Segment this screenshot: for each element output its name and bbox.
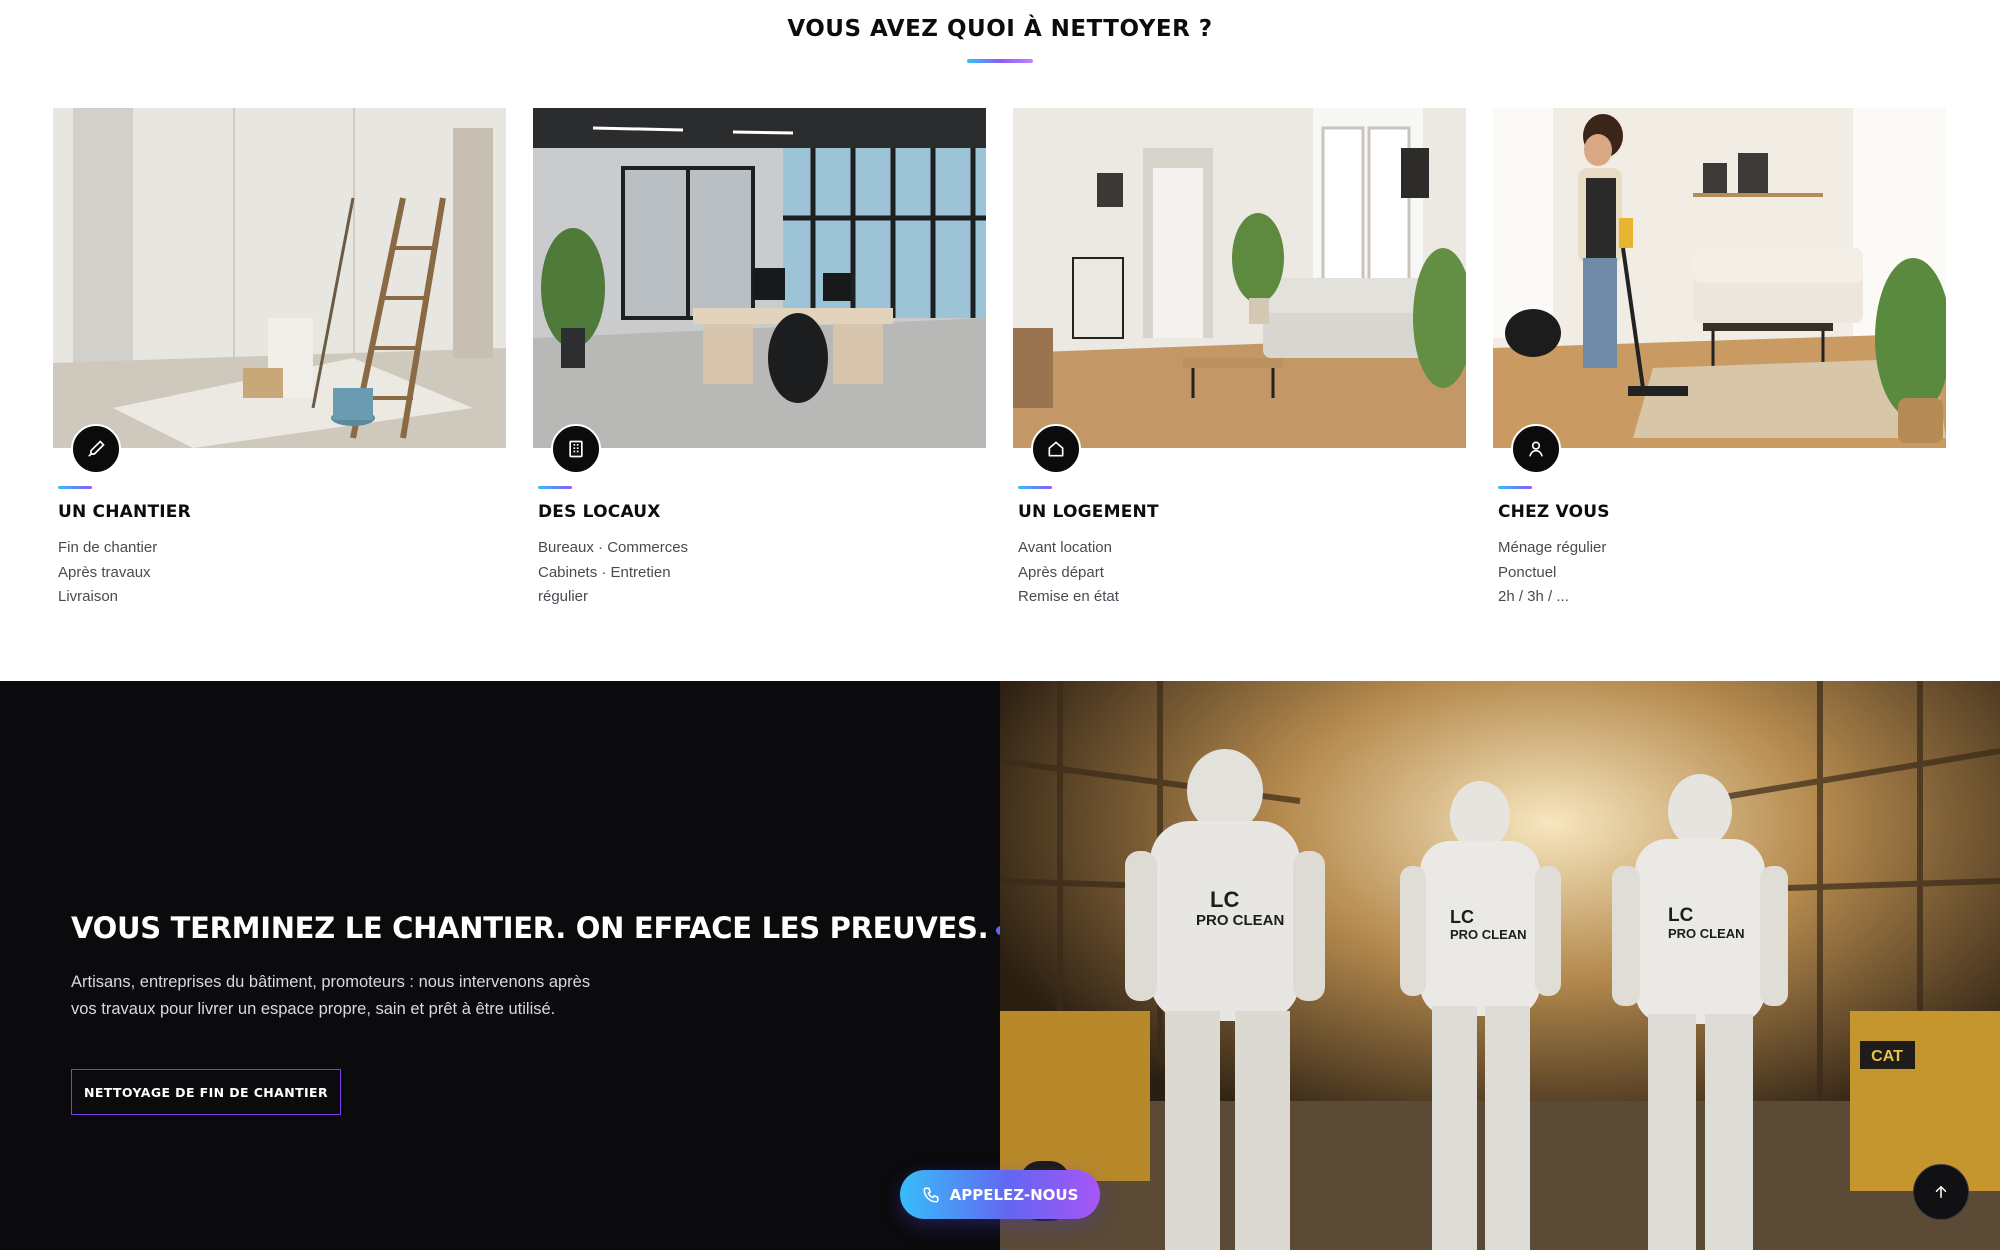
call-us-label: APPELEZ-NOUS [949,1185,1079,1204]
phone-icon [923,1187,939,1202]
service-card-chantier[interactable]: UN CHANTIER Fin de chantier Après travau… [53,108,506,628]
user-icon [1511,424,1561,474]
card-detail-line: Après départ [1018,563,1104,581]
card-detail-line: Fin de chantier [58,539,158,556]
living-room-photo [1013,108,1466,448]
home-icon [1031,424,1081,474]
hero-description: Artisans, entreprises du bâtiment, promo… [71,973,591,1018]
card-detail-line: Après travaux [58,563,151,581]
card-accent-line [1018,486,1052,489]
scroll-to-top-button[interactable] [1913,1164,1969,1220]
suit-label-text: LC [1668,905,1694,926]
suit-label-text: LC [1210,887,1239,912]
card-accent-line [1498,486,1532,489]
card-detail-line: 2h / 3h / ... [1498,588,1569,605]
card-detail-line: Cabinets · Entretien [538,563,671,581]
office-photo [533,108,986,448]
section-title: VOUS AVEZ QUOI À NETTOYER ? [787,16,1213,42]
brush-icon [71,424,121,474]
suit-label-text: PRO CLEAN [1668,926,1745,941]
suit-label-text: LC [1450,907,1474,927]
service-card-logement[interactable]: UN LOGEMENT Avant location Après départ … [1013,108,1466,628]
card-title: DES LOCAUX [538,502,661,522]
hero-title: VOUS TERMINEZ LE CHANTIER. ON EFFACE LES… [71,911,1006,945]
card-title: CHEZ VOUS [1498,502,1610,522]
card-detail-line: Bureaux · Commerces [538,539,689,556]
services-section: VOUS AVEZ QUOI À NETTOYER ? UN CHANTIER … [0,0,2000,681]
card-detail-line: Remise en état [1018,588,1119,605]
card-details: Bureaux · Commerces Cabinets · Entretien… [538,536,958,610]
card-accent-line [538,486,572,489]
hero-title-text: VOUS TERMINEZ LE CHANTIER. ON EFFACE LES… [71,911,989,945]
end-of-works-section: VOUS TERMINEZ LE CHANTIER. ON EFFACE LES… [0,681,2000,1250]
end-of-works-cleaning-button[interactable]: NETTOYAGE DE FIN DE CHANTIER [71,1069,341,1115]
title-underline [967,59,1033,63]
card-details: Ménage régulier Ponctuel 2h / 3h / ... [1498,536,1918,610]
card-detail-line: Ménage régulier [1498,539,1607,556]
card-details: Fin de chantier Après travaux Livraison [58,536,478,610]
service-card-locaux[interactable]: DES LOCAUX Bureaux · Commerces Cabinets … [533,108,986,628]
service-card-chez-vous[interactable]: CHEZ VOUS Ménage régulier Ponctuel 2h / … [1493,108,1946,628]
card-detail-line: Ponctuel [1498,563,1557,581]
card-detail-line: régulier [538,588,589,605]
cleaning-woman-photo [1493,108,1946,448]
card-title: UN LOGEMENT [1018,502,1159,522]
construction-room-photo [53,108,506,448]
cleaning-team-photo: CAT LC PRO CLEAN LC PRO CLEAN LC PRO CLE… [1000,681,2000,1250]
card-detail-line: Avant location [1018,539,1112,556]
card-title: UN CHANTIER [58,502,191,522]
arrow-up-icon [1935,1185,1947,1198]
building-icon [551,424,601,474]
call-us-button[interactable]: APPELEZ-NOUS [900,1170,1100,1219]
card-details: Avant location Après départ Remise en ét… [1018,536,1438,610]
suit-label-text: PRO CLEAN [1196,912,1284,929]
card-accent-line [58,486,92,489]
suit-label-text: PRO CLEAN [1450,927,1527,942]
card-detail-line: Livraison [58,588,119,605]
machine-brand-text: CAT [1871,1048,1903,1065]
